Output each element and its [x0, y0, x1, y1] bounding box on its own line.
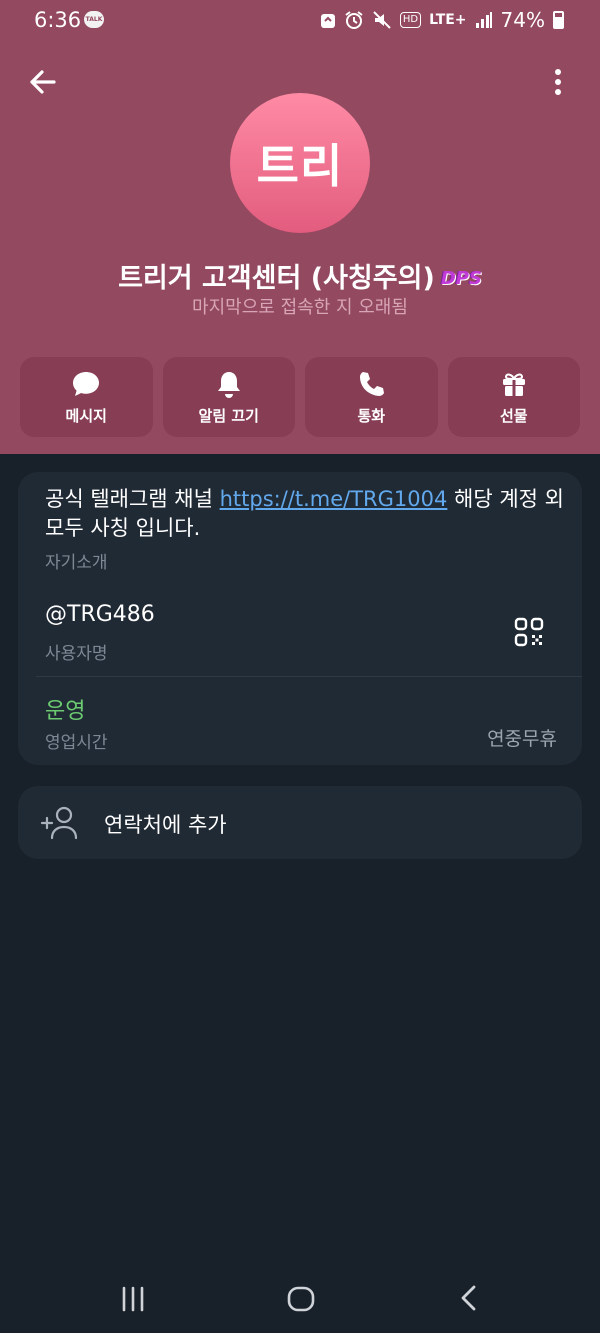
mute-notifications-button[interactable]: 알림 끄기 [162, 357, 295, 437]
battery-icon [553, 11, 564, 29]
business-hours-status: 운영 [45, 699, 86, 724]
more-options-icon[interactable] [544, 64, 572, 100]
profile-header: 6:36 TALK HD LTE+ 74% 트리 트리거 고객센터 (사칭주의)… [0, 0, 600, 454]
nav-back-icon[interactable] [456, 1283, 482, 1313]
recycle-icon [320, 14, 335, 28]
profile-info-card: 공식 텔래그램 채널 https://t.me/TRG1004 해당 계정 외 … [18, 472, 582, 765]
dps-emoji-badge: DPS [440, 268, 482, 289]
bio-text[interactable]: 공식 텔래그램 채널 https://t.me/TRG1004 해당 계정 외 … [45, 485, 565, 543]
message-button-label: 메시지 [65, 406, 107, 425]
avatar[interactable]: 트리 [230, 93, 370, 233]
bio-label: 자기소개 [45, 553, 108, 573]
username[interactable]: @TRG486 [45, 602, 155, 627]
last-seen-status: 마지막으로 접속한 지 오래됨 [192, 297, 408, 318]
lte-icon: LTE+ [429, 12, 467, 28]
system-navigation-bar [0, 1263, 600, 1333]
call-button-label: 통화 [357, 406, 386, 425]
signal-icon [475, 12, 492, 28]
business-hours-value[interactable]: 연중무휴 [487, 724, 557, 751]
add-contact-button[interactable]: 연락처에 추가 [18, 786, 582, 859]
alarm-icon [345, 11, 363, 29]
avatar-initials: 트리 [256, 139, 344, 193]
username-label: 사용자명 [45, 644, 108, 664]
business-hours-label: 영업시간 [45, 733, 108, 753]
kakaotalk-notification-icon: TALK [84, 11, 104, 28]
status-time: 6:36 [34, 8, 82, 32]
qr-code-icon[interactable] [514, 617, 544, 647]
battery-percent: 74% [500, 8, 545, 32]
back-arrow-icon[interactable] [24, 64, 60, 100]
gift-button-label: 선물 [499, 406, 528, 425]
bell-icon [217, 371, 240, 398]
profile-name-row: 트리거 고객센터 (사칭주의) DPS [0, 256, 600, 295]
hd-icon: HD [399, 12, 422, 28]
recent-apps-icon[interactable] [118, 1285, 148, 1313]
home-icon[interactable] [286, 1285, 316, 1313]
action-buttons: 메시지 알림 끄기 통화 선물 [20, 357, 580, 437]
add-person-icon [40, 806, 78, 840]
mute-icon [373, 11, 391, 29]
status-bar: 6:36 TALK HD LTE+ 74% [0, 0, 600, 40]
add-contact-label: 연락처에 추가 [104, 813, 227, 837]
divider [36, 676, 582, 677]
gift-icon [502, 373, 525, 396]
call-button[interactable]: 통화 [305, 357, 438, 437]
message-button[interactable]: 메시지 [20, 357, 153, 437]
bio-link[interactable]: https://t.me/TRG1004 [220, 487, 448, 511]
profile-name: 트리거 고객센터 (사칭주의) [118, 263, 435, 294]
bio-prefix: 공식 텔래그램 채널 [45, 487, 220, 511]
mute-button-label: 알림 끄기 [198, 406, 259, 425]
phone-icon [360, 371, 385, 396]
status-icons: HD LTE+ 74% [320, 8, 564, 32]
gift-button[interactable]: 선물 [447, 357, 580, 437]
message-icon [73, 371, 100, 396]
